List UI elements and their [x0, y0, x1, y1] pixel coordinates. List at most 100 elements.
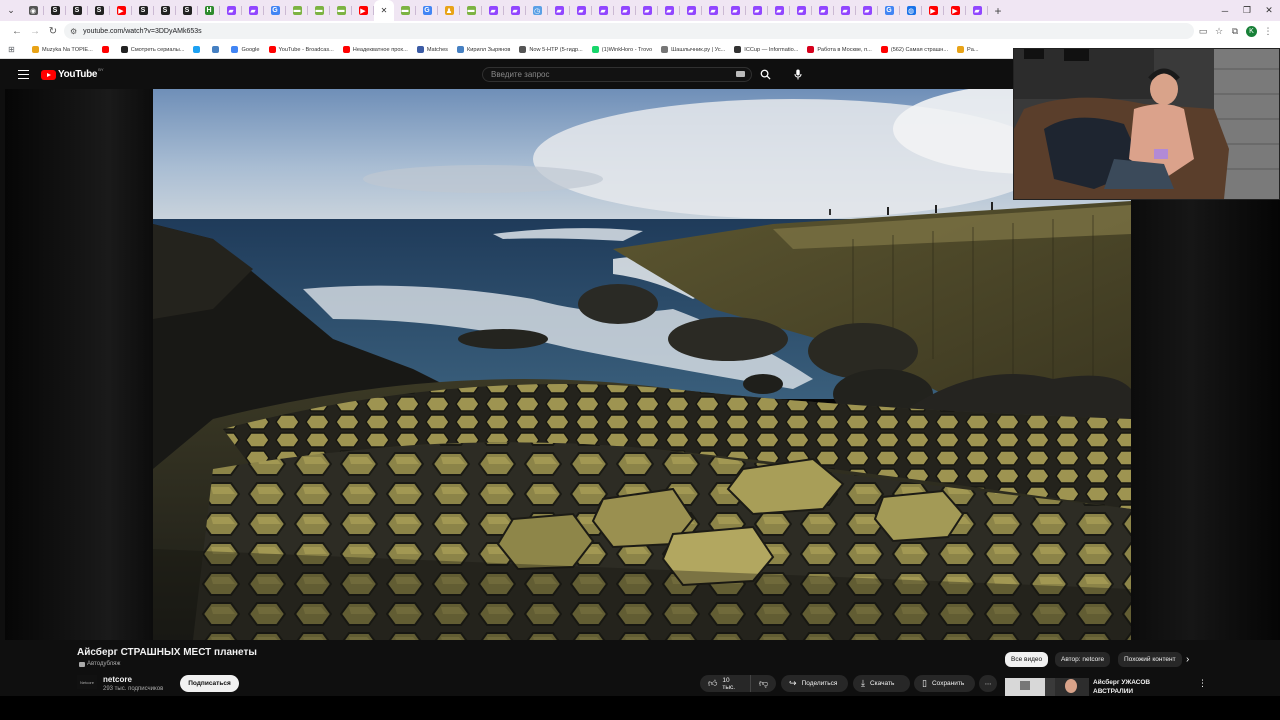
- browser-tab[interactable]: S: [66, 0, 88, 21]
- cast-icon[interactable]: ▭: [1195, 23, 1211, 39]
- browser-tab[interactable]: H: [198, 0, 220, 21]
- browser-tab[interactable]: ▰: [614, 0, 636, 21]
- address-bar[interactable]: ⚙ youtube.com/watch?v=3DDyAMk653s: [64, 23, 1194, 39]
- bookmark-item[interactable]: [101, 46, 112, 53]
- bookmark-item[interactable]: Matches: [416, 46, 448, 53]
- bookmark-item[interactable]: Шашлычник.ру | Ус...: [661, 46, 725, 53]
- tab-search-icon[interactable]: ⌄: [0, 0, 22, 21]
- bookmark-item[interactable]: Кирилл Зырянов: [456, 46, 510, 53]
- browser-tab[interactable]: ▶: [922, 0, 944, 21]
- bookmark-item[interactable]: Pa...: [957, 46, 979, 53]
- browser-tab[interactable]: ▰: [570, 0, 592, 21]
- close-window-icon[interactable]: ✕: [1258, 0, 1280, 21]
- channel-avatar[interactable]: Netcore: [77, 675, 97, 689]
- bookmark-item[interactable]: Неадекватное прох...: [342, 46, 408, 53]
- browser-tab[interactable]: ▶: [352, 0, 374, 21]
- browser-tab[interactable]: ▰: [966, 0, 988, 21]
- browser-tab[interactable]: S: [88, 0, 110, 21]
- search-input[interactable]: Введите запрос: [482, 67, 752, 82]
- browser-tab[interactable]: ▰: [746, 0, 768, 21]
- bookmark-item[interactable]: Смотреть сериалы...: [120, 46, 184, 53]
- recommended-title[interactable]: Айсберг УЖАСОВ АВСТРАЛИИ: [1093, 678, 1183, 696]
- share-button[interactable]: ↪ Поделиться: [781, 675, 848, 692]
- restore-icon[interactable]: ❐: [1236, 0, 1258, 21]
- browser-tab[interactable]: ▰: [834, 0, 856, 21]
- apps-grid-icon[interactable]: ⊞: [8, 45, 22, 54]
- save-button[interactable]: ▯ Сохранить: [914, 675, 975, 692]
- chip-author[interactable]: Автор: netcore: [1055, 652, 1111, 667]
- browser-tab[interactable]: ▬: [308, 0, 330, 21]
- browser-tab[interactable]: ▰: [636, 0, 658, 21]
- browser-tab[interactable]: G: [264, 0, 286, 21]
- address-url[interactable]: youtube.com/watch?v=3DDyAMk653s: [83, 28, 201, 35]
- browser-tab[interactable]: ▰: [856, 0, 878, 21]
- browser-tab[interactable]: ▰: [548, 0, 570, 21]
- browser-tab[interactable]: ▰: [220, 0, 242, 21]
- browser-tab[interactable]: ▬: [286, 0, 308, 21]
- dislike-button[interactable]: 👎︎: [750, 675, 776, 692]
- bookmark-item[interactable]: (562) Самая страшн...: [880, 46, 948, 53]
- like-button[interactable]: 👍︎ 10 тыс.: [700, 675, 750, 692]
- browser-tab[interactable]: ◍: [900, 0, 922, 21]
- profile-avatar[interactable]: K: [1246, 25, 1257, 37]
- minimize-icon[interactable]: ─: [1214, 0, 1236, 21]
- browser-tab[interactable]: ▰: [504, 0, 526, 21]
- bookmark-item[interactable]: ICCup — Informatio...: [734, 46, 798, 53]
- browser-tab[interactable]: S: [176, 0, 198, 21]
- youtube-logo[interactable]: YouTube BY: [41, 67, 104, 80]
- recommended-thumbnail[interactable]: [1005, 678, 1089, 696]
- download-button[interactable]: ⤓ Скачать: [853, 675, 910, 692]
- back-arrow-icon[interactable]: ←: [8, 21, 26, 41]
- bookmark-item[interactable]: Muzyka Na TOPIE...: [32, 46, 93, 53]
- browser-tab[interactable]: ▰: [592, 0, 614, 21]
- bookmark-item[interactable]: [193, 46, 203, 53]
- browser-tab[interactable]: ✕: [374, 0, 394, 21]
- browser-tab[interactable]: S: [44, 0, 66, 21]
- browser-tab[interactable]: G: [878, 0, 900, 21]
- recommended-menu-icon[interactable]: ⋮: [1198, 678, 1207, 689]
- chevron-right-icon[interactable]: ›: [1186, 654, 1189, 665]
- browser-tab[interactable]: ▰: [812, 0, 834, 21]
- forward-arrow-icon[interactable]: →: [26, 21, 44, 41]
- browser-tab[interactable]: G: [416, 0, 438, 21]
- browser-tab[interactable]: ▰: [680, 0, 702, 21]
- browser-tab[interactable]: ▰: [702, 0, 724, 21]
- browser-tab[interactable]: ▶: [944, 0, 966, 21]
- browser-tab[interactable]: S: [132, 0, 154, 21]
- voice-search-button[interactable]: [790, 67, 806, 82]
- browser-tab[interactable]: ▰: [790, 0, 812, 21]
- video-frame[interactable]: [153, 89, 1131, 640]
- browser-menu-icon[interactable]: ⋮: [1260, 23, 1276, 39]
- channel-name[interactable]: netcore: [103, 675, 132, 684]
- browser-tab[interactable]: ◉: [22, 0, 44, 21]
- browser-tab[interactable]: ▶: [110, 0, 132, 21]
- new-tab-button[interactable]: +: [988, 0, 1008, 21]
- chip-similar[interactable]: Похожий контент: [1118, 652, 1182, 667]
- browser-tab[interactable]: ◷: [526, 0, 548, 21]
- browser-tab[interactable]: ▬: [394, 0, 416, 21]
- bookmark-item[interactable]: YouTube - Broadcas...: [268, 46, 334, 53]
- site-info-icon[interactable]: ⚙: [70, 27, 77, 36]
- bookmark-item[interactable]: Google: [231, 46, 260, 53]
- bookmark-star-icon[interactable]: ☆: [1211, 23, 1227, 39]
- bookmark-item[interactable]: (1)WinkHoro - Trovo: [591, 46, 652, 53]
- browser-tab[interactable]: ▰: [482, 0, 504, 21]
- browser-tab[interactable]: S: [154, 0, 176, 21]
- menu-icon[interactable]: [18, 70, 29, 79]
- bookmark-item[interactable]: Работа в Москве, п...: [807, 46, 872, 53]
- browser-tab[interactable]: ▰: [768, 0, 790, 21]
- browser-tab[interactable]: ▰: [658, 0, 680, 21]
- bookmark-item[interactable]: Now 5-HTP (5-гидр...: [519, 46, 583, 53]
- extensions-icon[interactable]: ⧉: [1227, 23, 1243, 39]
- subscribe-button[interactable]: Подписаться: [180, 675, 239, 692]
- browser-tab[interactable]: ▬: [330, 0, 352, 21]
- browser-tab[interactable]: ▬: [460, 0, 482, 21]
- browser-tab[interactable]: ♟: [438, 0, 460, 21]
- browser-tab[interactable]: ▰: [242, 0, 264, 21]
- chip-all-videos[interactable]: Все видео: [1005, 652, 1049, 667]
- more-actions-button[interactable]: ⋯: [979, 675, 997, 692]
- search-button[interactable]: [752, 67, 778, 82]
- bookmark-item[interactable]: [212, 46, 222, 53]
- keyboard-icon[interactable]: [736, 71, 745, 77]
- reload-icon[interactable]: ↻: [44, 21, 62, 41]
